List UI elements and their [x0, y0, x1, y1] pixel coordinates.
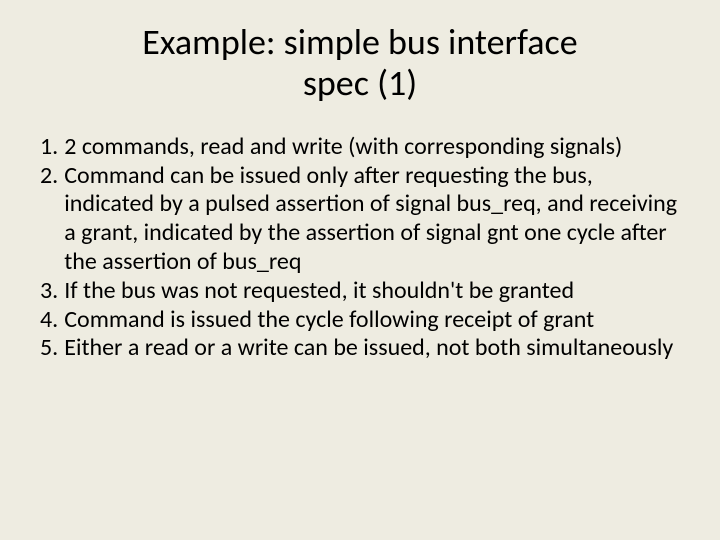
list-item: 1. 2 commands, read and write (with corr…: [40, 133, 680, 162]
item-number: 3.: [40, 277, 64, 306]
item-text: If the bus was not requested, it shouldn…: [64, 277, 680, 306]
item-number: 4.: [40, 306, 64, 335]
item-text: 2 commands, read and write (with corresp…: [64, 133, 680, 162]
item-text: Command is issued the cycle following re…: [64, 306, 680, 335]
list-item: 5. Either a read or a write can be issue…: [40, 334, 680, 363]
slide-body: 1. 2 commands, read and write (with corr…: [40, 133, 680, 363]
item-number: 1.: [40, 133, 64, 162]
slide-title: Example: simple bus interface spec (1): [40, 22, 680, 105]
item-number: 2.: [40, 162, 64, 277]
list-item: 3. If the bus was not requested, it shou…: [40, 277, 680, 306]
item-text: Command can be issued only after request…: [64, 162, 680, 277]
item-text: Either a read or a write can be issued, …: [64, 334, 680, 363]
item-number: 5.: [40, 334, 64, 363]
list-item: 2. Command can be issued only after requ…: [40, 162, 680, 277]
list-item: 4. Command is issued the cycle following…: [40, 306, 680, 335]
slide: Example: simple bus interface spec (1) 1…: [0, 0, 720, 540]
